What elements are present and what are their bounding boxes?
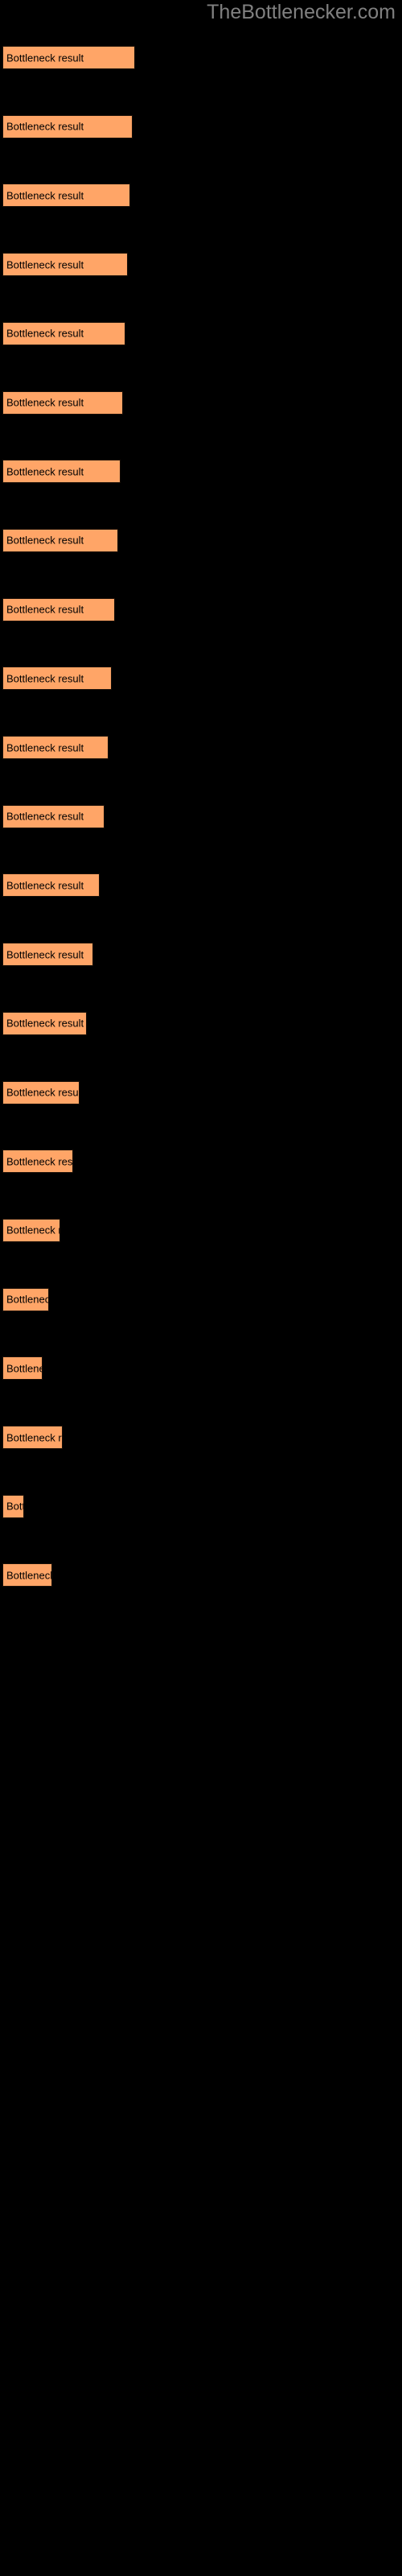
bar-label: Bottleneck result xyxy=(6,741,84,753)
bottleneck-result-bar[interactable]: Bottleneck result xyxy=(2,1011,87,1035)
bar-label: Bottleneck result xyxy=(6,1500,23,1513)
bar-row: Bottleneck result xyxy=(0,1080,402,1104)
bar-label: Bottleneck result xyxy=(6,120,84,133)
bar-label: Bottleneck result xyxy=(6,1293,48,1306)
bar-row: Bottleneck result xyxy=(0,253,402,277)
bar-row: Bottleneck result xyxy=(0,1426,402,1449)
bottleneck-result-bar[interactable]: Bottleneck result xyxy=(2,1150,73,1174)
bar-label: Bottleneck result xyxy=(6,1569,52,1582)
bar-label: Bottleneck result xyxy=(6,189,84,202)
bottleneck-result-bar[interactable]: Bottleneck result xyxy=(2,667,112,691)
bar-row: Bottleneck result xyxy=(0,1011,402,1035)
bar-label: Bottleneck result xyxy=(6,948,84,961)
bottleneck-result-bar[interactable]: Bottleneck result xyxy=(2,253,128,277)
bottleneck-result-bar[interactable]: Bottleneck result xyxy=(2,1080,80,1104)
bar-row: Bottleneck result xyxy=(0,873,402,898)
bottleneck-result-bar[interactable]: Bottleneck result xyxy=(2,804,105,828)
bar-label: Bottleneck result xyxy=(6,672,84,685)
bar-label: Bottleneck result xyxy=(6,1017,84,1030)
bar-row: Bottleneck result xyxy=(0,1356,402,1381)
bottleneck-result-bar[interactable]: Bottleneck result xyxy=(2,1356,43,1381)
bar-row: Bottleneck result xyxy=(0,114,402,138)
bottleneck-result-bar[interactable]: Bottleneck result xyxy=(2,1426,63,1449)
bar-label: Bottleneck result xyxy=(6,465,84,478)
bottleneck-bar-chart: Bottleneck result Bottleneck result Bottle… xyxy=(0,0,402,2576)
bottleneck-result-bar[interactable]: Bottleneck result xyxy=(2,390,123,415)
bottleneck-result-bar[interactable]: Bottleneck result xyxy=(2,114,133,138)
bar-row: Bottleneck result xyxy=(0,1563,402,1587)
bottleneck-result-bar[interactable]: Bottleneck result xyxy=(2,943,93,967)
bottleneck-result-bar[interactable]: Bottleneck result xyxy=(2,1563,52,1587)
bar-row: Bottleneck result xyxy=(0,1494,402,1518)
bar-row: Bottleneck result xyxy=(0,46,402,69)
bottleneck-result-bar[interactable]: Bottleneck result xyxy=(2,528,118,552)
bar-row: Bottleneck result xyxy=(0,667,402,691)
bar-label: Bottleneck result xyxy=(6,1155,73,1168)
bottleneck-result-bar[interactable]: Bottleneck result xyxy=(2,321,125,345)
bottleneck-result-bar[interactable]: Bottleneck result xyxy=(2,184,130,208)
bar-label: Bottleneck result xyxy=(6,1431,62,1443)
bar-row: Bottleneck result xyxy=(0,1287,402,1311)
bar-row: Bottleneck result xyxy=(0,1218,402,1242)
bar-label: Bottleneck result xyxy=(6,1224,59,1236)
bottleneck-result-bar[interactable]: Bottleneck result xyxy=(2,460,121,484)
bar-label: Bottleneck result xyxy=(6,810,84,823)
bottleneck-result-bar[interactable]: Bottleneck result xyxy=(2,1287,49,1311)
bottleneck-result-bar[interactable]: Bottleneck result xyxy=(2,1218,60,1242)
bar-label: Bottleneck result xyxy=(6,52,84,64)
bar-row: Bottleneck result xyxy=(0,1150,402,1174)
bar-label: Bottleneck result xyxy=(6,396,84,409)
bar-row: Bottleneck result xyxy=(0,528,402,552)
bar-label: Bottleneck result xyxy=(6,258,84,271)
bar-row: Bottleneck result xyxy=(0,184,402,208)
bottleneck-result-bar[interactable]: Bottleneck result xyxy=(2,597,115,621)
bar-label: Bottleneck result xyxy=(6,327,84,340)
bar-row: Bottleneck result xyxy=(0,460,402,484)
bottleneck-result-bar[interactable]: Bottleneck result xyxy=(2,46,135,69)
bar-row: Bottleneck result xyxy=(0,321,402,345)
bottleneck-result-bar[interactable]: Bottleneck result xyxy=(2,736,109,759)
bar-label: Bottleneck result xyxy=(6,603,84,616)
bar-label: Bottleneck result xyxy=(6,879,84,892)
bar-row: Bottleneck result xyxy=(0,597,402,621)
bottleneck-result-bar[interactable]: Bottleneck result xyxy=(2,873,100,898)
bar-label: Bottleneck result xyxy=(6,1362,42,1375)
bar-row: Bottleneck result xyxy=(0,943,402,967)
bar-label: Bottleneck result xyxy=(6,1086,80,1099)
bottleneck-result-bar[interactable]: Bottleneck result xyxy=(2,1494,24,1518)
bar-row: Bottleneck result xyxy=(0,390,402,415)
bar-label: Bottleneck result xyxy=(6,534,84,547)
bar-row: Bottleneck result xyxy=(0,804,402,828)
bar-row: Bottleneck result xyxy=(0,736,402,759)
